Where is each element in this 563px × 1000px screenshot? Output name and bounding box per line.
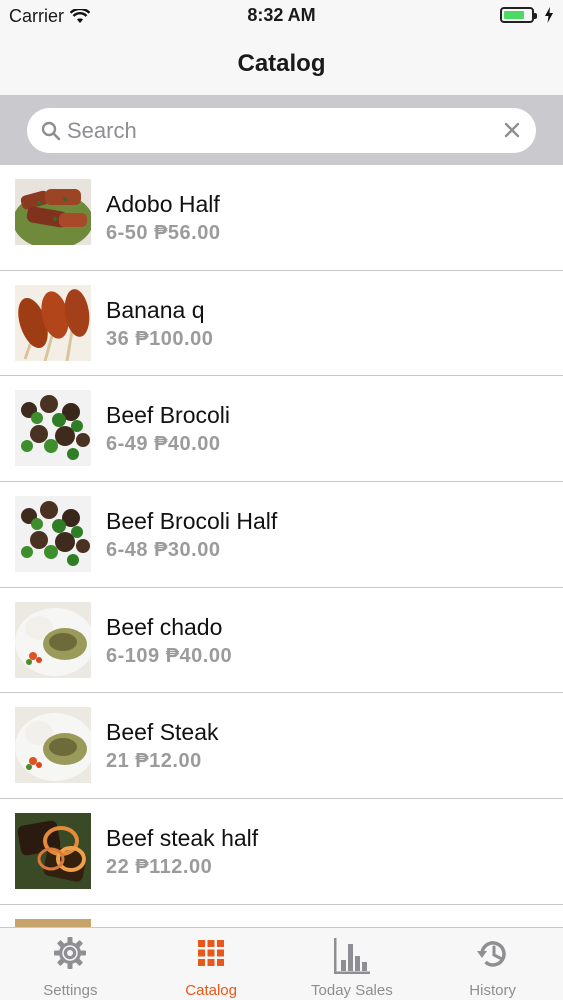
item-name: Beef Brocoli xyxy=(106,402,231,429)
item-name: Adobo Half xyxy=(106,191,220,217)
item-thumbnail xyxy=(15,707,91,784)
tab-history[interactable]: History xyxy=(422,928,563,1000)
list-item[interactable]: Banana q 36 ₱100.00 xyxy=(0,271,563,377)
history-icon xyxy=(476,941,506,967)
list-item[interactable]: Beef Steak 21 ₱12.00 xyxy=(0,693,563,800)
tab-settings[interactable]: Settings xyxy=(0,928,141,1000)
item-code-price: 21 ₱12.00 xyxy=(106,750,202,773)
item-name: Beef Steak xyxy=(106,719,219,746)
catalog-list[interactable]: Adobo Half 6-50 ₱56.00 Banana q 36 ₱100.… xyxy=(0,165,563,927)
tab-bar: Settings Catalog Today Sales History xyxy=(0,927,563,1000)
tab-label: History xyxy=(469,982,516,999)
item-code-price: 6-50 ₱56.00 xyxy=(106,222,221,244)
battery-group xyxy=(500,7,554,23)
item-name: Beef steak half xyxy=(106,825,259,852)
item-thumbnail xyxy=(15,390,91,467)
item-code-price: 36 ₱100.00 xyxy=(106,327,214,350)
clock: 8:32 AM xyxy=(247,5,316,25)
list-item[interactable]: Beef Brocoli Half 6-48 ₱30.00 xyxy=(0,482,563,588)
item-name: Beef Brocoli Half xyxy=(106,508,278,535)
search-field[interactable] xyxy=(27,108,536,153)
battery-icon xyxy=(500,7,537,23)
gear-icon xyxy=(54,937,87,969)
search-icon xyxy=(41,121,61,141)
tab-today-sales[interactable]: Today Sales xyxy=(282,928,423,1000)
item-code-price: 6-109 ₱40.00 xyxy=(106,644,233,667)
tab-catalog[interactable]: Catalog xyxy=(141,928,282,1000)
page-title: Catalog xyxy=(237,50,326,77)
item-name: Beef chado xyxy=(106,613,223,640)
item-thumbnail xyxy=(15,179,91,255)
navigation-bar: Catalog xyxy=(0,32,563,96)
search-input[interactable] xyxy=(67,108,487,153)
tab-label: Today Sales xyxy=(311,982,393,999)
list-item[interactable]: Beef chado 6-109 ₱40.00 xyxy=(0,588,563,694)
item-thumbnail xyxy=(15,601,91,678)
item-thumbnail xyxy=(15,496,91,573)
list-item[interactable]: Beef Brocoli 6-49 ₱40.00 xyxy=(0,376,563,483)
item-thumbnail xyxy=(15,813,91,890)
item-code-price: 6-49 ₱40.00 xyxy=(106,433,221,456)
item-thumbnail xyxy=(15,918,91,927)
item-code-price: 6-48 ₱30.00 xyxy=(106,539,221,562)
clear-search-icon[interactable] xyxy=(502,120,522,140)
list-item[interactable]: Adobo Half 6-50 ₱56.00 xyxy=(0,165,563,271)
tab-label: Catalog xyxy=(185,982,237,999)
tab-label: Settings xyxy=(43,982,98,999)
status-bar: Carrier 8:32 AM xyxy=(0,0,563,32)
list-item[interactable]: Beef steak half 22 ₱112.00 xyxy=(0,799,563,905)
item-thumbnail xyxy=(15,284,91,361)
grid-icon xyxy=(198,940,225,966)
bar-chart-icon xyxy=(333,938,370,974)
search-bar xyxy=(0,96,563,165)
item-name: Banana q xyxy=(106,296,205,323)
item-code-price: 22 ₱112.00 xyxy=(106,856,213,879)
charging-bolt-icon xyxy=(545,7,553,23)
list-item[interactable] xyxy=(0,905,563,927)
battery-level xyxy=(504,11,524,19)
